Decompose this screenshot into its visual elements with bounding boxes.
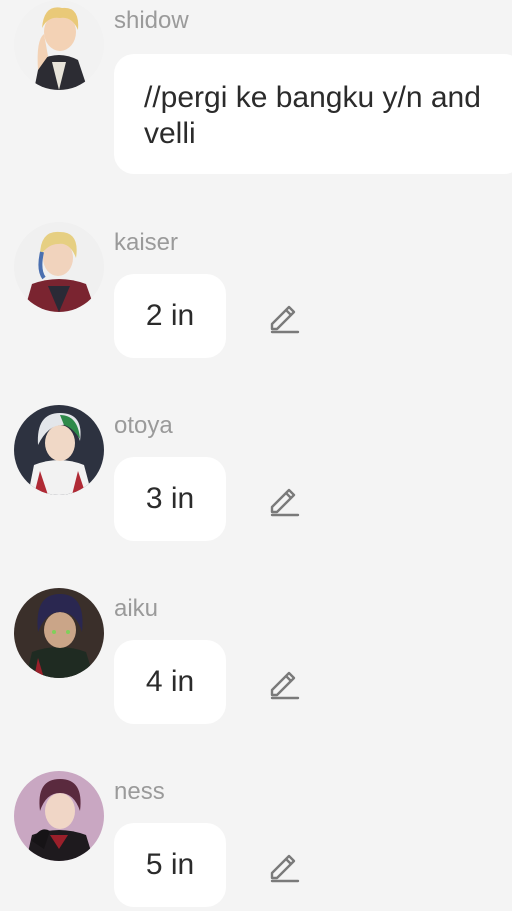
pencil-edit-icon[interactable] bbox=[264, 662, 304, 702]
sender-name: otoya bbox=[114, 412, 173, 439]
sender-name: ness bbox=[114, 778, 165, 805]
pencil-edit-icon[interactable] bbox=[264, 845, 304, 885]
message-bubble[interactable]: 3 in bbox=[114, 457, 226, 541]
chat-message: kaiser 2 in bbox=[0, 222, 512, 362]
avatar-shidow[interactable] bbox=[14, 0, 104, 90]
chat-message: aiku 4 in bbox=[0, 588, 512, 728]
chat-message: ness 5 in bbox=[0, 771, 512, 911]
pencil-edit-icon[interactable] bbox=[264, 479, 304, 519]
chat-message: shidow //pergi ke bangku y/n and velli bbox=[0, 0, 512, 175]
chat-message: otoya 3 in bbox=[0, 405, 512, 545]
message-bubble[interactable]: 2 in bbox=[114, 274, 226, 358]
avatar-ness[interactable] bbox=[14, 771, 104, 861]
sender-name: kaiser bbox=[114, 229, 179, 256]
sender-name: shidow bbox=[114, 7, 189, 34]
message-bubble[interactable]: 5 in bbox=[114, 823, 226, 907]
message-bubble[interactable]: //pergi ke bangku y/n and velli bbox=[114, 54, 512, 174]
message-bubble[interactable]: 4 in bbox=[114, 640, 226, 724]
chat-thread: shidow //pergi ke bangku y/n and velli k… bbox=[0, 0, 512, 911]
avatar-aiku[interactable] bbox=[14, 588, 104, 678]
avatar-kaiser[interactable] bbox=[14, 222, 104, 312]
pencil-edit-icon[interactable] bbox=[264, 296, 304, 336]
sender-name: aiku bbox=[114, 595, 159, 622]
avatar-otoya[interactable] bbox=[14, 405, 104, 495]
